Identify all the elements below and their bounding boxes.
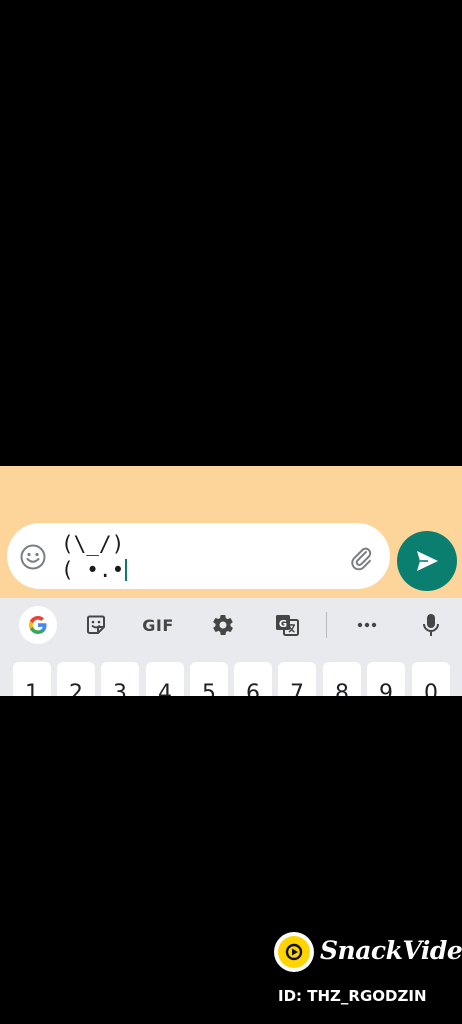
- svg-text:G: G: [279, 619, 287, 630]
- key-5[interactable]: 5: [190, 662, 228, 696]
- gif-label: GIF: [142, 615, 174, 635]
- smiley-icon: [20, 544, 46, 570]
- gif-button[interactable]: GIF: [138, 608, 178, 642]
- translate-icon: G: [276, 615, 299, 636]
- key-2[interactable]: 2: [57, 662, 95, 696]
- key-9[interactable]: 9: [367, 662, 405, 696]
- attach-button[interactable]: [347, 543, 375, 571]
- message-line-1: (\_/): [61, 532, 125, 556]
- sticker-icon: [87, 615, 105, 634]
- key-0[interactable]: 0: [412, 662, 450, 696]
- keyboard-toolbar: GIF G: [0, 598, 462, 654]
- emoji-button[interactable]: [19, 543, 47, 571]
- settings-button[interactable]: [208, 608, 238, 642]
- snackvideo-logo-icon: [274, 932, 314, 972]
- key-4[interactable]: 4: [146, 662, 184, 696]
- more-dots-icon: [357, 622, 377, 628]
- watermark-id: ID: THZ_RGODZIN: [278, 987, 427, 1005]
- sticker-button[interactable]: [81, 608, 111, 642]
- google-g-icon: [29, 616, 47, 634]
- key-8[interactable]: 8: [323, 662, 361, 696]
- more-button[interactable]: [352, 608, 382, 642]
- voice-input-button[interactable]: [416, 608, 446, 642]
- key-1[interactable]: 1: [13, 662, 51, 696]
- send-icon: [417, 551, 438, 571]
- key-6[interactable]: 6: [234, 662, 272, 696]
- message-line-2: ( •.•: [61, 557, 331, 583]
- mic-icon: [423, 614, 439, 636]
- number-row: 1 2 3 4 5 6 7 8 9 0: [0, 654, 462, 696]
- key-3[interactable]: 3: [101, 662, 139, 696]
- toolbar-divider: [326, 612, 327, 638]
- text-cursor: [125, 559, 128, 581]
- send-button[interactable]: [397, 531, 457, 591]
- message-input[interactable]: (\_/)( •.•: [61, 531, 331, 583]
- google-search-button[interactable]: [19, 606, 57, 644]
- gear-icon: [213, 615, 233, 635]
- paperclip-icon: [351, 547, 372, 571]
- watermark-brand: SnackVideo: [320, 936, 462, 965]
- translate-button[interactable]: G: [272, 608, 302, 642]
- snackvideo-watermark: SnackVideo ID: THZ_RGODZIN: [274, 932, 462, 1012]
- key-7[interactable]: 7: [278, 662, 316, 696]
- message-composer: (\_/)( •.•: [7, 523, 390, 589]
